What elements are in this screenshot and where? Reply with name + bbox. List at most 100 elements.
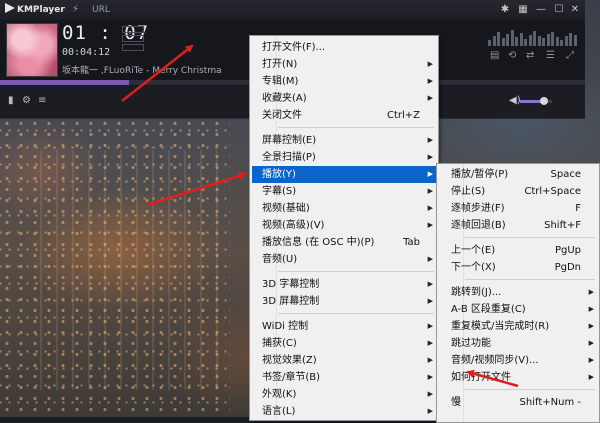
main-menu-item[interactable]: 语言(L) ▶ <box>252 403 436 420</box>
submenu-arrow-icon: ▶ <box>427 77 433 85</box>
play-submenu-item[interactable]: 播放/暂停(P) Space <box>439 166 597 183</box>
play-submenu-item[interactable]: A-B 区段重复(C) ▶ <box>439 301 597 318</box>
main-menu-item[interactable]: 收藏夹(A) ▶ <box>252 90 436 107</box>
main-menu-item[interactable]: 视频(基础) ▶ <box>252 200 436 217</box>
url-label[interactable]: URL <box>92 3 110 17</box>
submenu-arrow-icon: ▶ <box>427 60 433 68</box>
submenu-arrow-icon: ▶ <box>427 187 433 195</box>
expand-icon[interactable]: ⤢ <box>566 50 574 61</box>
main-menu-item[interactable]: 播放(Y) ▶ <box>252 166 436 183</box>
main-menu-item-label: 捕获(C) <box>262 338 297 349</box>
equalizer-bar <box>501 38 505 46</box>
main-menu-item-label: 视频(高级)(V) <box>262 220 325 231</box>
play-submenu-item-label: 跳过功能 <box>451 338 491 349</box>
album-art-thumbnail[interactable] <box>6 23 58 77</box>
codec-badges <box>122 26 144 53</box>
submenu-arrow-icon: ▶ <box>427 221 433 229</box>
submenu-arrow-icon: ▶ <box>427 94 433 102</box>
equalizer-bar <box>524 39 527 46</box>
submenu-arrow-icon: ▶ <box>427 280 433 288</box>
equalizer-bar <box>551 32 554 46</box>
play-submenu-item-label: 重复模式/当完成时(R) <box>451 321 550 332</box>
equalizer-bar <box>555 37 559 46</box>
main-menu-item-label: 屏幕控制(E) <box>262 135 317 146</box>
play-submenu-item[interactable]: 重复模式/当完成时(R) ▶ <box>439 318 597 335</box>
submenu-arrow-icon: ▶ <box>588 305 594 313</box>
title-bar[interactable]: KMPlayer ⚡ URL ✱ ▦ — ☐ ✕ <box>0 0 585 20</box>
play-submenu-item[interactable]: 逐帧步进(F) F <box>439 200 597 217</box>
play-submenu-item-label: 慢 <box>451 397 461 408</box>
main-menu-item[interactable]: 外观(K) ▶ <box>252 386 436 403</box>
main-menu-item-label: 打开(N) <box>262 59 298 70</box>
play-submenu-item-label: 播放/暂停(P) <box>451 169 509 180</box>
main-menu-item-label: 全景扫描(P) <box>262 152 316 163</box>
volume-icon[interactable]: ◀) <box>509 95 521 106</box>
equalizer-bar <box>510 30 514 46</box>
play-submenu-item-shortcut: PgUp <box>554 245 581 256</box>
main-menu-item[interactable]: 播放信息 (在 OSC 中)(P) Tab <box>252 234 436 251</box>
play-submenu-item-label: A-B 区段重复(C) <box>451 304 526 315</box>
mobile-icon[interactable]: ▮ <box>8 95 14 106</box>
play-submenu-item-label: 如何打开文件 <box>451 372 511 383</box>
main-menu-item-label: 视觉效果(Z) <box>262 355 317 366</box>
volume-slider-knob[interactable] <box>540 97 548 105</box>
app-logo: KMPlayer <box>5 3 65 17</box>
volume-slider[interactable] <box>520 97 552 105</box>
main-menu-item[interactable]: 打开文件(F)... <box>252 39 436 56</box>
play-submenu-item[interactable]: 上一个(E) PgUp <box>439 242 597 259</box>
main-menu-item[interactable]: 音频(U) ▶ <box>252 251 436 268</box>
main-menu-item-label: 收藏夹(A) <box>262 93 307 104</box>
play-submenu-item[interactable]: 音频/视频同步(V)... ▶ <box>439 352 597 369</box>
building-decoration <box>40 150 230 390</box>
main-menu-item[interactable]: 专辑(M) ▶ <box>252 73 436 90</box>
main-menu-item[interactable]: 书签/章节(B) ▶ <box>252 369 436 386</box>
play-submenu-item-shortcut: Ctrl+Space <box>524 186 581 197</box>
lyrics-icon[interactable]: ▤ <box>490 50 499 61</box>
close-icon[interactable]: ✕ <box>568 3 582 17</box>
play-submenu-item[interactable]: 跳转到(J)... ▶ <box>439 284 597 301</box>
main-menu-item[interactable]: 捕获(C) ▶ <box>252 335 436 352</box>
play-submenu-item[interactable]: 跳过功能 ▶ <box>439 335 597 352</box>
pin-icon[interactable]: ✱ <box>498 3 512 17</box>
main-menu-item[interactable]: 关闭文件 Ctrl+Z <box>252 107 436 124</box>
main-menu-item[interactable]: 屏幕控制(E) ▶ <box>252 132 436 149</box>
play-submenu-item[interactable]: 如何打开文件 ▶ <box>439 369 597 386</box>
equalizer-bar <box>573 35 577 46</box>
submenu-arrow-icon: ▶ <box>588 288 594 296</box>
context-menu-play-submenu: 播放/暂停(P) Space 停止(S) Ctrl+Space 逐帧步进(F) F 逐帧回退… <box>436 163 600 423</box>
main-menu-item[interactable]: 3D 屏幕控制 ▶ <box>252 293 436 310</box>
kmplayer-logo-icon <box>5 3 15 13</box>
equalizer-bar <box>506 34 509 46</box>
minimize-icon[interactable]: — <box>534 3 548 17</box>
main-menu-item[interactable]: 视觉效果(Z) ▶ <box>252 352 436 369</box>
menu-separator <box>278 271 434 272</box>
main-menu-item[interactable]: 打开(N) ▶ <box>252 56 436 73</box>
menu-separator <box>465 279 595 280</box>
lightning-icon[interactable]: ⚡ <box>72 3 79 17</box>
playlist-icon[interactable]: ☰ <box>546 50 555 61</box>
main-menu-item-shortcut: Tab <box>403 237 420 248</box>
main-menu-item[interactable]: 全景扫描(P) ▶ <box>252 149 436 166</box>
play-submenu-item[interactable]: 停止(S) Ctrl+Space <box>439 183 597 200</box>
play-submenu-item[interactable]: 逐帧回退(B) Shift+F <box>439 217 597 234</box>
settings-gear-icon[interactable]: ⚙ <box>22 95 31 106</box>
repeat-icon[interactable]: ⟲ <box>508 50 516 61</box>
submenu-arrow-icon: ▶ <box>427 356 433 364</box>
equalizer-bar <box>497 32 500 46</box>
main-menu-item[interactable]: 3D 字幕控制 ▶ <box>252 276 436 293</box>
skin-icon[interactable]: ▦ <box>516 3 530 17</box>
equalizer-bar <box>546 34 550 46</box>
menu-list-icon[interactable]: ≡ <box>38 95 46 106</box>
play-submenu-item[interactable]: 下一个(X) PgDn <box>439 259 597 276</box>
main-menu-item-label: 3D 屏幕控制 <box>262 296 320 307</box>
main-menu-item[interactable]: WiDi 控制 ▶ <box>252 318 436 335</box>
equalizer-bar <box>492 36 496 46</box>
equalizer-bar <box>519 33 523 46</box>
main-menu-item[interactable]: 字幕(S) ▶ <box>252 183 436 200</box>
main-menu-item-label: 3D 字幕控制 <box>262 279 320 290</box>
play-submenu-item[interactable]: 慢 Shift+Num - <box>439 394 597 411</box>
submenu-arrow-icon: ▶ <box>588 339 594 347</box>
main-menu-item[interactable]: 视频(高级)(V) ▶ <box>252 217 436 234</box>
maximize-icon[interactable]: ☐ <box>552 3 566 17</box>
shuffle-icon[interactable]: ⇄ <box>526 50 534 61</box>
